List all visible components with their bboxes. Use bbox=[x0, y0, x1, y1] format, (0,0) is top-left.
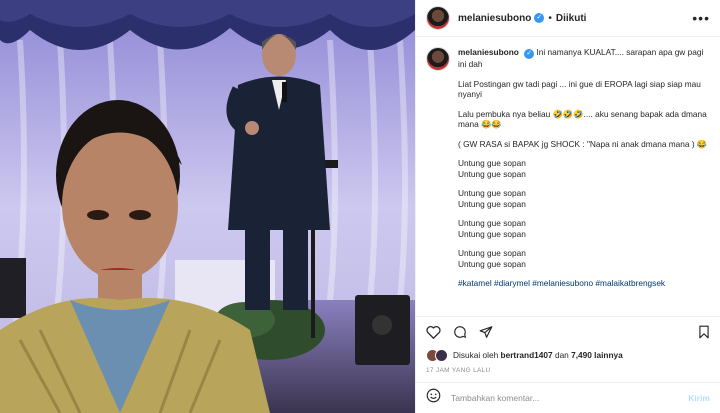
instagram-post: melaniesubono ✓ • Diikuti ••• melaniesub… bbox=[0, 0, 720, 413]
caption-line: Lalu pembuka nya beliau 🤣🤣🤣.... aku sena… bbox=[458, 108, 707, 130]
like-heart-icon[interactable] bbox=[426, 325, 441, 339]
liker-username[interactable]: bertrand1407 bbox=[501, 350, 553, 360]
post-photo[interactable] bbox=[0, 0, 415, 413]
post-header: melaniesubono ✓ • Diikuti ••• bbox=[416, 0, 720, 37]
caption-line: Untung gue sopan Untung gue sopan bbox=[458, 218, 526, 239]
post-timestamp[interactable]: 17 JAM YANG LALU bbox=[416, 363, 720, 382]
likes-prefix: Disukai oleh bbox=[453, 350, 499, 360]
comment-input[interactable]: Tambahkan komentar... bbox=[451, 393, 539, 403]
caption-area: melaniesubono ✓ Ini namanya KUALAT.... s… bbox=[416, 37, 720, 316]
action-bar bbox=[416, 316, 720, 347]
post-image bbox=[0, 0, 415, 413]
caption-line: ( GW RASA si BAPAK jg SHOCK : "Napa ni a… bbox=[458, 138, 708, 149]
comment-bubble-icon[interactable] bbox=[453, 325, 467, 339]
post-side-panel: melaniesubono ✓ • Diikuti ••• melaniesub… bbox=[415, 0, 720, 413]
likes-joiner: dan bbox=[554, 350, 569, 360]
likes-summary: Disukai oleh bertrand1407 dan 7,490 lain… bbox=[416, 347, 720, 363]
emoji-smiley-icon[interactable] bbox=[426, 388, 441, 408]
comment-bar: Tambahkan komentar... Kirim bbox=[416, 382, 720, 413]
bookmark-save-icon[interactable] bbox=[698, 325, 710, 339]
caption-hashtags[interactable]: #katamel #diarymel #melaniesubono #malai… bbox=[458, 278, 710, 289]
send-comment-button[interactable]: Kirim bbox=[688, 393, 710, 403]
caption-line: Untung gue sopan Untung gue sopan bbox=[458, 248, 526, 269]
likes-count-link[interactable]: 7,490 lainnya bbox=[571, 350, 623, 360]
liker-avatar bbox=[435, 348, 448, 362]
caption-author-username[interactable]: melaniesubono bbox=[458, 47, 519, 57]
follow-status-button[interactable]: Diikuti bbox=[556, 13, 587, 24]
author-avatar[interactable] bbox=[426, 6, 450, 30]
caption-first-paragraph: melaniesubono ✓ Ini namanya KUALAT.... s… bbox=[458, 47, 710, 70]
caption-line: Untung gue sopan Untung gue sopan bbox=[458, 188, 526, 209]
verified-badge-icon: ✓ bbox=[534, 13, 545, 23]
more-horizontal-icon[interactable]: ••• bbox=[692, 10, 710, 26]
caption-author-avatar[interactable] bbox=[426, 47, 450, 71]
share-paper-plane-icon[interactable] bbox=[479, 325, 493, 339]
caption-line: Untung gue sopan Untung gue sopan bbox=[458, 158, 526, 179]
verified-badge-icon: ✓ bbox=[524, 49, 535, 59]
author-username[interactable]: melaniesubono bbox=[458, 13, 531, 24]
caption-text: melaniesubono ✓ Ini namanya KUALAT.... s… bbox=[458, 47, 710, 316]
caption-line: Liat Postingan gw tadi pagi ... ini gue … bbox=[458, 78, 701, 100]
separator-dot: • bbox=[548, 12, 552, 24]
